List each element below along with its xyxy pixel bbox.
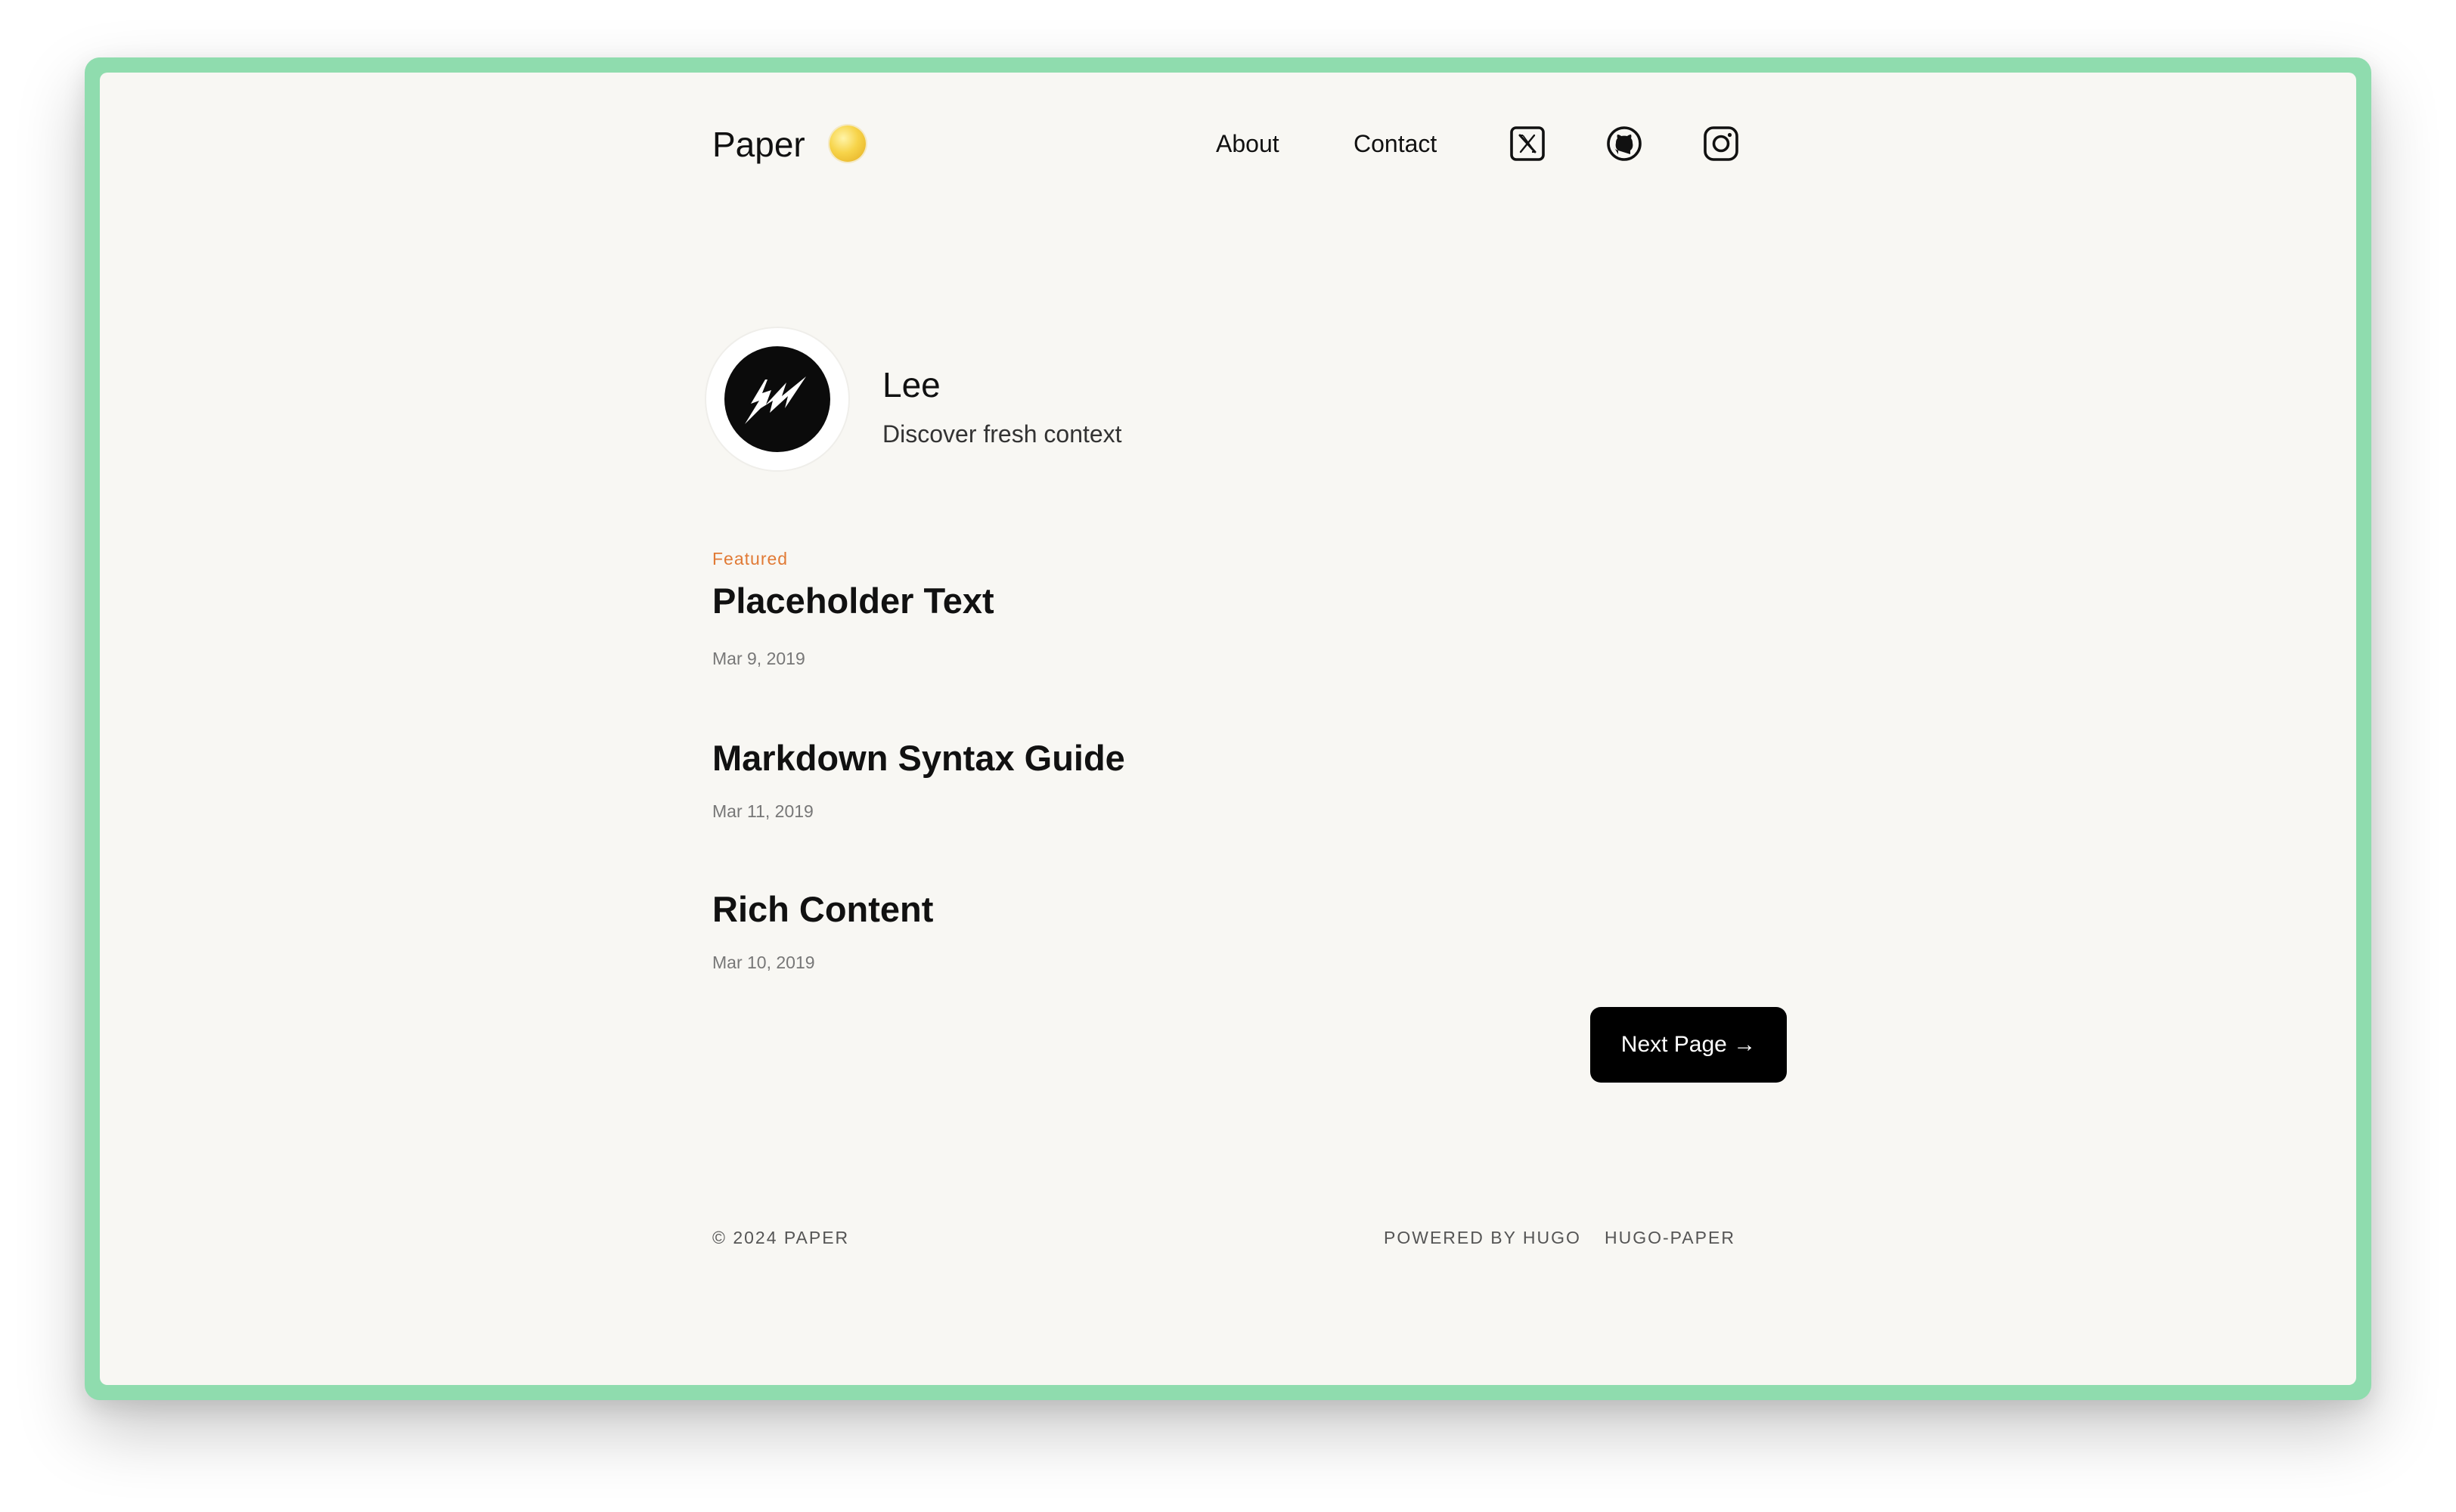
nav-contact-link[interactable]: Contact [1354, 130, 1437, 157]
instagram-icon[interactable] [1701, 124, 1741, 163]
post-date: Mar 10, 2019 [712, 953, 815, 972]
profile-name: Lee [882, 365, 941, 404]
page-window: Paper About Contact Lee Discover fresh c… [100, 73, 2356, 1385]
site-logo[interactable]: Paper [712, 127, 805, 162]
post-title[interactable]: Markdown Syntax Guide [712, 738, 1125, 779]
site-header: Paper About Contact [712, 110, 1741, 178]
avatar [706, 328, 848, 470]
sun-icon[interactable] [830, 125, 866, 162]
profile-section: Lee Discover fresh context [706, 328, 1741, 472]
lightning-bolt-avatar [724, 346, 830, 452]
post-date: Mar 11, 2019 [712, 801, 814, 821]
post-title[interactable]: Placeholder Text [712, 581, 994, 621]
post-title[interactable]: Rich Content [712, 889, 933, 930]
footer-theme-link[interactable]: HUGO-PAPER [1605, 1228, 1735, 1247]
x-twitter-icon[interactable] [1508, 124, 1547, 163]
profile-bio: Discover fresh context [882, 420, 1122, 448]
nav-about-link[interactable]: About [1216, 130, 1279, 157]
footer-powered-by-link[interactable]: POWERED BY HUGO [1384, 1228, 1581, 1247]
post-date: Mar 9, 2019 [712, 649, 805, 668]
github-icon[interactable] [1605, 124, 1644, 163]
featured-badge: Featured [712, 549, 789, 569]
next-page-button[interactable]: Next Page → [1590, 1007, 1787, 1083]
main-content: Paper About Contact Lee Discover fresh c… [706, 73, 1787, 1385]
browser-frame: Paper About Contact Lee Discover fresh c… [85, 57, 2371, 1400]
footer-copyright: © 2024 PAPER [712, 1228, 850, 1247]
